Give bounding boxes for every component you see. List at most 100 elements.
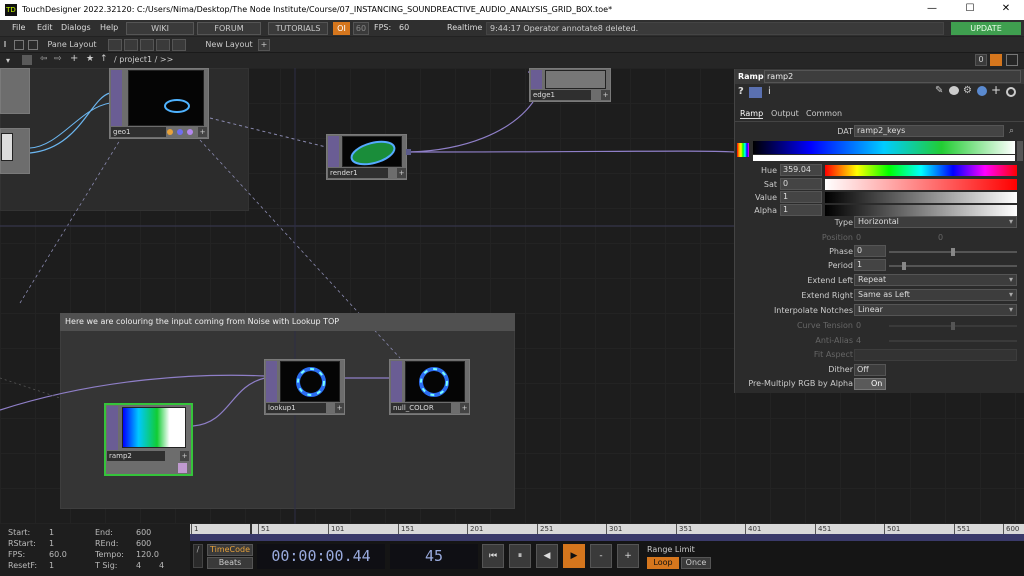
tsig-numerator[interactable]: 4 (136, 561, 141, 570)
interpolate-dropdown[interactable]: Linear (854, 304, 1017, 316)
timecode-button[interactable]: TimeCode (207, 544, 253, 556)
back-icon[interactable]: ⇦ (40, 54, 48, 64)
phase-slider-knob[interactable] (951, 248, 955, 256)
op-name-field[interactable]: ramp2 (764, 70, 1021, 83)
node-flag-strip[interactable] (328, 136, 339, 167)
once-button[interactable]: Once (681, 557, 711, 569)
period-field[interactable]: 1 (854, 259, 886, 271)
node-flag-strip[interactable] (266, 361, 277, 402)
pane-menu-icon[interactable]: ▾ (6, 56, 10, 65)
ramp-color-icon[interactable] (737, 143, 749, 157)
layout-slot-5[interactable] (172, 39, 186, 51)
render1-add-icon[interactable]: + (397, 168, 406, 178)
settings-icon[interactable]: ⚙ (963, 85, 972, 96)
pane-type-icon[interactable] (22, 55, 32, 65)
render-flag-icon[interactable] (167, 129, 173, 135)
start-value[interactable]: 1 (49, 528, 54, 537)
comment-icon[interactable] (949, 86, 959, 95)
value-slider[interactable] (825, 192, 1017, 203)
fps-stat-value[interactable]: 60.0 (49, 550, 67, 559)
tsig-denominator[interactable]: 4 (159, 561, 164, 570)
network-path[interactable]: / project1 / >> (114, 55, 173, 64)
null-color-add-icon[interactable]: + (460, 403, 469, 413)
star-icon[interactable]: ★ (86, 54, 94, 64)
fitaspect-dropdown[interactable] (854, 349, 1017, 361)
dither-toggle[interactable]: Off (854, 364, 886, 376)
rewind-button[interactable]: ⏮ (482, 544, 504, 568)
frame-display[interactable]: 45 (390, 544, 478, 569)
split-icon[interactable] (14, 40, 24, 50)
value-field[interactable]: 1 (780, 191, 822, 203)
null-color-name[interactable]: null_COLOR (391, 403, 451, 413)
playhead[interactable] (250, 524, 252, 534)
update-button[interactable]: UPDATE (951, 22, 1021, 35)
layout-slot-3[interactable] (140, 39, 154, 51)
menu-file[interactable]: File (12, 23, 25, 32)
null-color-node[interactable]: null_COLOR + (389, 359, 470, 415)
info-icon[interactable]: i (768, 86, 771, 97)
position-y[interactable]: 0 (938, 233, 943, 242)
python-icon[interactable] (977, 86, 987, 96)
step-back-button[interactable]: - (590, 544, 612, 568)
play-forward-button[interactable]: ▶ (563, 544, 585, 568)
display-flag-icon[interactable] (177, 129, 183, 135)
timeline-toggle-icon[interactable]: / (193, 544, 203, 568)
geo1-add-icon[interactable]: + (198, 127, 207, 137)
ramp-scrollbar[interactable] (1017, 141, 1023, 161)
menu-dialogs[interactable]: Dialogs (61, 23, 91, 32)
fps-target[interactable]: 60 (353, 22, 369, 35)
target-icon[interactable] (1006, 87, 1016, 97)
maximize-button[interactable]: ☐ (962, 3, 978, 17)
ramp2-dat-icon[interactable] (178, 463, 187, 473)
minimize-button[interactable]: — (924, 3, 940, 17)
add-layout-button[interactable]: + (258, 39, 270, 51)
maximize-pane-icon[interactable] (1006, 54, 1018, 66)
layout-slot-4[interactable] (156, 39, 170, 51)
lookup1-node[interactable]: lookup1 + (264, 359, 345, 415)
timecode-display[interactable]: 00:00:00.44 (257, 544, 385, 569)
step-forward-button[interactable]: + (617, 544, 639, 568)
pencil-icon[interactable]: ✎ (935, 85, 943, 96)
close-button[interactable]: ✕ (998, 3, 1014, 17)
tab-common[interactable]: Common (806, 109, 842, 118)
premultiply-toggle[interactable]: On (854, 378, 886, 390)
tempo-value[interactable]: 120.0 (136, 550, 159, 559)
sat-field[interactable]: 0 (780, 178, 822, 190)
oi-button[interactable]: OI (333, 22, 350, 35)
pane-layout-button[interactable]: Pane Layout (40, 39, 104, 51)
hue-slider[interactable] (825, 165, 1017, 176)
pane-index[interactable]: 0 (975, 54, 987, 66)
menu-edit[interactable]: Edit (37, 23, 53, 32)
menu-help[interactable]: Help (100, 23, 118, 32)
split-vertical-icon[interactable] (28, 40, 38, 50)
render1-node[interactable]: render1 + (326, 134, 411, 180)
hue-field[interactable]: 359.04 (780, 164, 822, 176)
play-reverse-button[interactable]: ◀ (536, 544, 558, 568)
alpha-field[interactable]: 1 (780, 204, 822, 216)
dat-search-icon[interactable]: ⌕ (1009, 126, 1014, 136)
curve-value[interactable]: 0 (856, 321, 861, 330)
extend-left-dropdown[interactable]: Repeat (854, 274, 1017, 286)
instance-flag-icon[interactable] (187, 129, 193, 135)
curve-slider-knob[interactable] (951, 322, 955, 330)
timeline-ruler[interactable]: 1 51 101 151 201 251 301 351 401 451 501… (190, 524, 1024, 534)
help-icon[interactable]: ? (738, 86, 744, 97)
node-flag-strip[interactable] (111, 70, 122, 126)
viewer-toggle-icon[interactable] (990, 54, 1002, 66)
phase-field[interactable]: 0 (854, 245, 886, 257)
geo1-name[interactable]: geo1 (111, 127, 166, 137)
loop-button[interactable]: Loop (647, 557, 679, 569)
param-dat-field[interactable]: ramp2_keys (854, 125, 1004, 137)
render1-output-connector[interactable] (406, 149, 411, 155)
rstart-value[interactable]: 1 (49, 539, 54, 548)
extend-right-dropdown[interactable]: Same as Left (854, 289, 1017, 301)
add-icon[interactable]: + (70, 53, 78, 64)
node-flag-strip[interactable] (531, 70, 542, 89)
period-slider-knob[interactable] (902, 262, 906, 270)
rend-value[interactable]: 600 (136, 539, 151, 548)
partial-node-mid[interactable] (0, 128, 30, 174)
sat-slider[interactable] (825, 179, 1017, 190)
edge1-add-icon[interactable]: + (601, 90, 610, 100)
geo1-node[interactable]: geo1 + (109, 68, 209, 139)
end-value[interactable]: 600 (136, 528, 151, 537)
